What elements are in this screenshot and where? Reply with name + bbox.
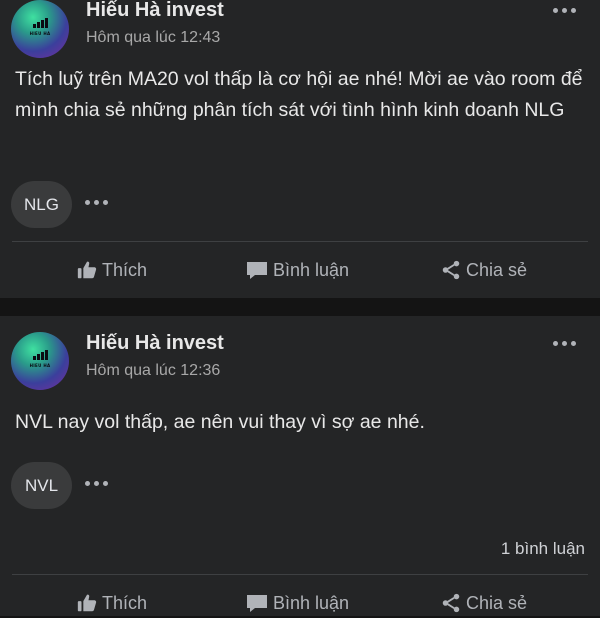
author-name[interactable]: Hiếu Hà invest bbox=[86, 332, 224, 355]
share-label: Chia sẻ bbox=[466, 592, 528, 613]
post-content: NVL nay vol thấp, ae nên vui thay vì sợ … bbox=[15, 411, 425, 433]
comment-button[interactable]: Bình luận bbox=[245, 588, 349, 618]
post-timestamp[interactable]: Hôm qua lúc 12:36 bbox=[86, 362, 220, 380]
comment-button[interactable]: Bình luận bbox=[245, 255, 349, 285]
thumbs-up-icon bbox=[77, 594, 97, 612]
comment-icon bbox=[247, 262, 267, 279]
post-card: HIEU HA Hiếu Hà invest Hôm qua lúc 12:43… bbox=[0, 0, 600, 298]
more-tags-icon[interactable] bbox=[85, 480, 111, 488]
post-content: Tích luỹ trên MA20 vol thấp là cơ hội ae… bbox=[15, 68, 583, 121]
author-avatar[interactable]: HIEU HA bbox=[11, 332, 69, 390]
more-tags-icon[interactable] bbox=[85, 199, 111, 207]
comment-label: Bình luận bbox=[273, 592, 350, 613]
comment-label: Bình luận bbox=[273, 259, 350, 280]
like-label: Thích bbox=[102, 592, 148, 613]
share-button[interactable]: Chia sẻ bbox=[440, 588, 527, 618]
share-icon bbox=[442, 260, 460, 280]
stock-tag-chip[interactable]: NVL bbox=[11, 462, 72, 509]
divider bbox=[12, 241, 588, 242]
avatar-logo-text: HIEU HA bbox=[29, 31, 51, 36]
more-options-icon[interactable] bbox=[553, 340, 579, 348]
share-button[interactable]: Chia sẻ bbox=[440, 255, 527, 285]
share-icon bbox=[442, 593, 460, 613]
chart-bars-icon bbox=[33, 18, 49, 28]
post-timestamp[interactable]: Hôm qua lúc 12:43 bbox=[86, 29, 220, 47]
chart-bars-icon bbox=[33, 350, 49, 360]
comment-count-link[interactable]: 1 bình luận bbox=[501, 539, 585, 559]
like-button[interactable]: Thích bbox=[76, 588, 147, 618]
divider bbox=[12, 574, 588, 575]
like-label: Thích bbox=[102, 259, 148, 280]
more-options-icon[interactable] bbox=[553, 7, 579, 15]
share-label: Chia sẻ bbox=[466, 259, 528, 280]
author-name[interactable]: Hiếu Hà invest bbox=[86, 0, 224, 22]
like-button[interactable]: Thích bbox=[76, 255, 147, 285]
post-card: HIEU HA Hiếu Hà invest Hôm qua lúc 12:36… bbox=[0, 316, 600, 616]
stock-tag-chip[interactable]: NLG bbox=[11, 181, 72, 228]
thumbs-up-icon bbox=[77, 261, 97, 279]
comment-icon bbox=[247, 595, 267, 612]
avatar-logo-text: HIEU HA bbox=[29, 363, 51, 368]
author-avatar[interactable]: HIEU HA bbox=[11, 0, 69, 58]
